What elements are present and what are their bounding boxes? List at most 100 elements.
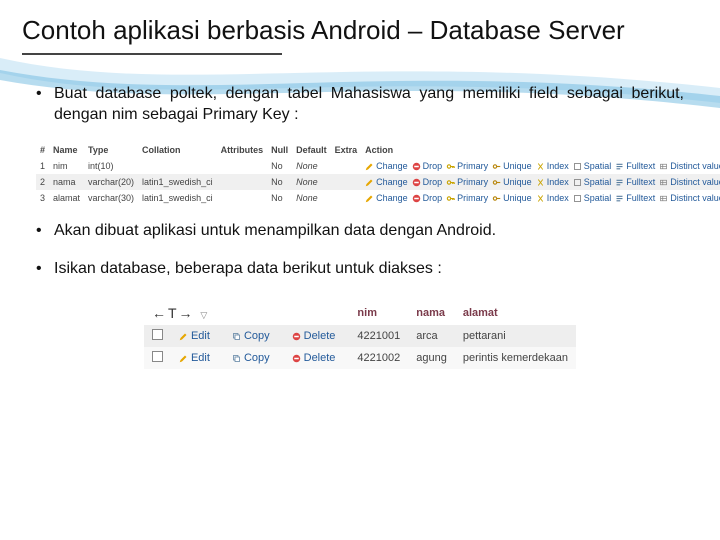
index-link[interactable]: Index xyxy=(536,193,569,203)
col-nim[interactable]: nim xyxy=(349,301,408,325)
col-action: Action xyxy=(361,142,720,158)
edit-link[interactable]: Edit xyxy=(179,330,210,342)
cell-alamat: perintis kemerdekaan xyxy=(455,347,576,369)
fulltext-icon xyxy=(615,177,624,187)
cell-type: int(10) xyxy=(84,158,138,174)
cell-type: varchar(20) xyxy=(84,174,138,190)
spatial-link[interactable]: Spatial xyxy=(573,177,612,187)
distinct-icon xyxy=(659,161,668,171)
fulltext-link[interactable]: Fulltext xyxy=(615,193,655,203)
cell-extra xyxy=(331,174,362,190)
distinct-icon xyxy=(659,177,668,187)
distinct-icon xyxy=(659,193,668,203)
copy-link[interactable]: Copy xyxy=(232,352,270,364)
col-attributes: Attributes xyxy=(217,142,268,158)
cell-default: None xyxy=(292,190,331,206)
cell-collation: latin1_swedish_ci xyxy=(138,190,217,206)
cell-attributes xyxy=(217,158,268,174)
cell-actions: Change DropPrimary Unique Index SpatialFullt… xyxy=(361,158,720,174)
cell-collation xyxy=(138,158,217,174)
fulltext-link[interactable]: Fulltext xyxy=(615,177,655,187)
key-icon xyxy=(446,193,455,203)
cell-null: No xyxy=(267,190,292,206)
cell-nama: arca xyxy=(408,325,455,347)
cell-checkbox[interactable] xyxy=(144,325,171,347)
pencil-icon xyxy=(365,161,374,171)
checkbox-icon[interactable] xyxy=(152,329,163,340)
drop-link[interactable]: Drop xyxy=(412,177,443,187)
cell-name: nama xyxy=(49,174,84,190)
index-icon xyxy=(536,193,545,203)
col-name: Name xyxy=(49,142,84,158)
drop-link[interactable]: Drop xyxy=(412,193,443,203)
spatial-icon xyxy=(573,193,582,203)
cell-num: 1 xyxy=(36,158,49,174)
table-row: 2namavarchar(20)latin1_swedish_ciNoNoneC… xyxy=(36,174,720,190)
cell-extra xyxy=(331,158,362,174)
primary-link[interactable]: Primary xyxy=(446,193,488,203)
cell-nim: 4221001 xyxy=(349,325,408,347)
sort-caret-icon: ▽ xyxy=(200,310,209,320)
unique-icon xyxy=(492,177,501,187)
cell-default: None xyxy=(292,158,331,174)
cell-actions: Change DropPrimary Unique Index SpatialFullt… xyxy=(361,190,720,206)
distinct-link[interactable]: Distinct values xyxy=(659,177,720,187)
bullet-1: Buat database poltek, dengan tabel Mahas… xyxy=(36,83,684,126)
key-icon xyxy=(446,177,455,187)
spatial-link[interactable]: Spatial xyxy=(573,161,612,171)
table-row: 3alamatvarchar(30)latin1_swedish_ciNoNon… xyxy=(36,190,720,206)
cell-nim: 4221002 xyxy=(349,347,408,369)
change-link[interactable]: Change xyxy=(365,193,408,203)
delete-link[interactable]: Delete xyxy=(292,352,336,364)
slide-title: Contoh aplikasi berbasis Android – Datab… xyxy=(0,0,720,53)
fulltext-link[interactable]: Fulltext xyxy=(615,161,655,171)
table-row: Edit Copy Delete 4221002agungperintis kemer… xyxy=(144,347,576,369)
spatial-link[interactable]: Spatial xyxy=(573,193,612,203)
col-nama[interactable]: nama xyxy=(408,301,455,325)
cell-checkbox[interactable] xyxy=(144,347,171,369)
pencil-icon xyxy=(365,193,374,203)
copy-link[interactable]: Copy xyxy=(232,330,270,342)
index-link[interactable]: Index xyxy=(536,161,569,171)
unique-icon xyxy=(492,193,501,203)
index-link[interactable]: Index xyxy=(536,177,569,187)
slide-content: Buat database poltek, dengan tabel Mahas… xyxy=(0,55,720,384)
cell-attributes xyxy=(217,190,268,206)
spatial-icon xyxy=(573,161,582,171)
cell-actions: Change DropPrimary Unique Index SpatialFullt… xyxy=(361,174,720,190)
distinct-link[interactable]: Distinct values xyxy=(659,161,720,171)
primary-link[interactable]: Primary xyxy=(446,177,488,187)
data-table: ←T→ ▽ nim nama alamat Edit Copy Delete 4221… xyxy=(144,301,576,369)
cell-nama: agung xyxy=(408,347,455,369)
cell-null: No xyxy=(267,158,292,174)
col-alamat[interactable]: alamat xyxy=(455,301,576,325)
change-link[interactable]: Change xyxy=(365,177,408,187)
col-num: # xyxy=(36,142,49,158)
cell-num: 3 xyxy=(36,190,49,206)
delete-link[interactable]: Delete xyxy=(292,330,336,342)
table-row: EditCopyDelete4221001arcapettarani xyxy=(144,325,576,347)
cell-default: None xyxy=(292,174,331,190)
pencil-icon xyxy=(179,330,188,342)
checkbox-icon[interactable] xyxy=(152,351,163,362)
cell-name: nim xyxy=(49,158,84,174)
index-icon xyxy=(536,177,545,187)
primary-link[interactable]: Primary xyxy=(446,161,488,171)
col-extra: Extra xyxy=(331,142,362,158)
edit-link[interactable]: Edit xyxy=(179,352,210,364)
unique-link[interactable]: Unique xyxy=(492,161,532,171)
col-type: Type xyxy=(84,142,138,158)
structure-table: # Name Type Collation Attributes Null De… xyxy=(36,142,720,206)
unique-link[interactable]: Unique xyxy=(492,177,532,187)
distinct-link[interactable]: Distinct values xyxy=(659,193,720,203)
bullet-2: Akan dibuat aplikasi untuk menampilkan d… xyxy=(36,220,684,242)
drop-link[interactable]: Drop xyxy=(412,161,443,171)
cell-extra xyxy=(331,190,362,206)
cell-collation: latin1_swedish_ci xyxy=(138,174,217,190)
unique-link[interactable]: Unique xyxy=(492,193,532,203)
ops-header: ←T→ ▽ xyxy=(144,301,349,325)
change-link[interactable]: Change xyxy=(365,161,408,171)
drop-icon xyxy=(412,193,421,203)
fulltext-icon xyxy=(615,161,624,171)
cell-attributes xyxy=(217,174,268,190)
